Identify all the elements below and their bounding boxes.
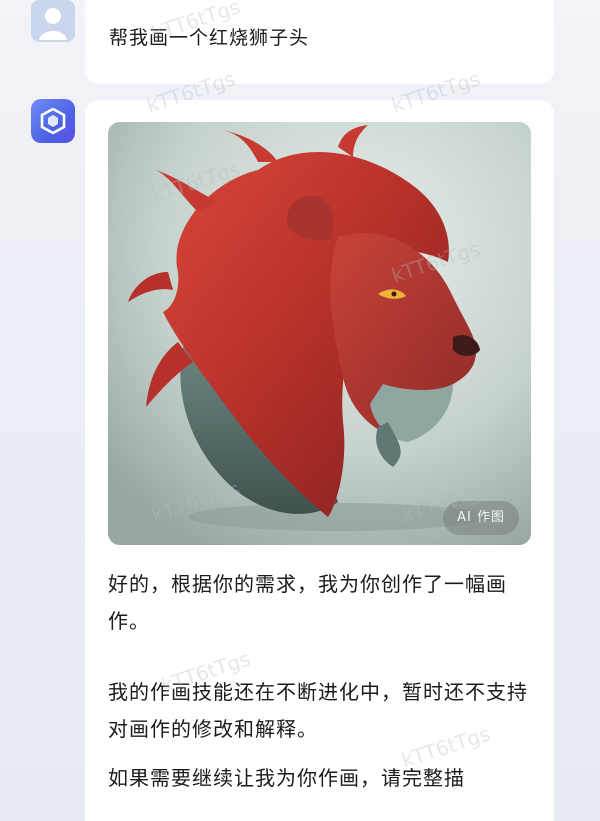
reply-paragraph-3: 如果需要继续让我为你作画，请完整描 (108, 766, 465, 790)
assistant-avatar[interactable] (31, 99, 75, 143)
reply-paragraph-1: 好的，根据你的需求，我为你创作了一幅画作。 (108, 572, 507, 633)
user-avatar[interactable] (31, 0, 75, 42)
person-icon (39, 8, 67, 40)
hexagon-logo-icon (40, 108, 66, 134)
chat-screen: 帮我画一个红烧狮子头 AI 作图 好的，根据你的需求，我为你创作了一幅画作。 我… (0, 0, 600, 821)
